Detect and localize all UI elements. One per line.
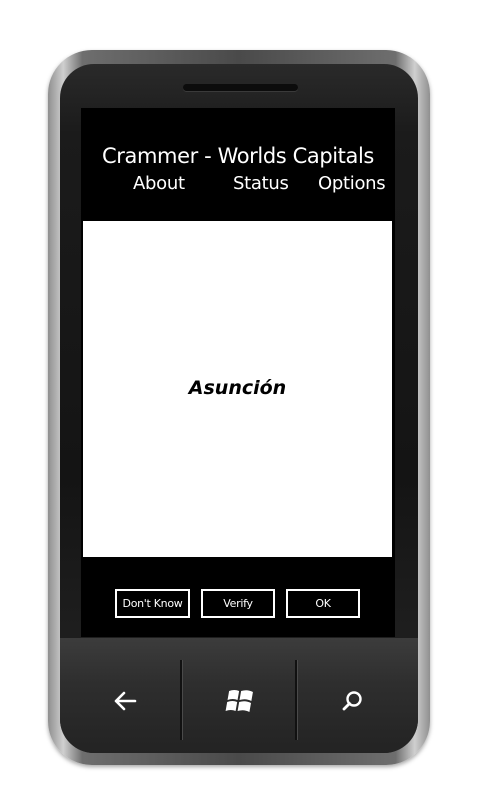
back-key[interactable]	[72, 662, 180, 740]
app-screen: Crammer - Worlds Capitals About Status O…	[81, 108, 395, 637]
phone-earpiece	[183, 84, 298, 91]
hardware-key-divider	[180, 660, 182, 740]
menu-item-status[interactable]: Status	[233, 173, 289, 194]
ok-button[interactable]: OK	[286, 589, 360, 618]
flash-card[interactable]: Asunción	[83, 221, 392, 557]
flash-card-word: Asunción	[188, 377, 287, 399]
menu-item-options[interactable]: Options	[318, 173, 386, 194]
windows-logo-icon	[225, 690, 253, 712]
back-arrow-icon	[114, 691, 137, 711]
hardware-key-divider	[295, 660, 297, 740]
dont-know-button[interactable]: Don't Know	[115, 589, 190, 618]
search-icon	[342, 691, 362, 711]
verify-button[interactable]: Verify	[201, 589, 275, 618]
search-key[interactable]	[298, 662, 406, 740]
start-key[interactable]	[183, 662, 295, 740]
menu-item-about[interactable]: About	[133, 173, 185, 194]
app-title: Crammer - Worlds Capitals	[102, 144, 374, 168]
